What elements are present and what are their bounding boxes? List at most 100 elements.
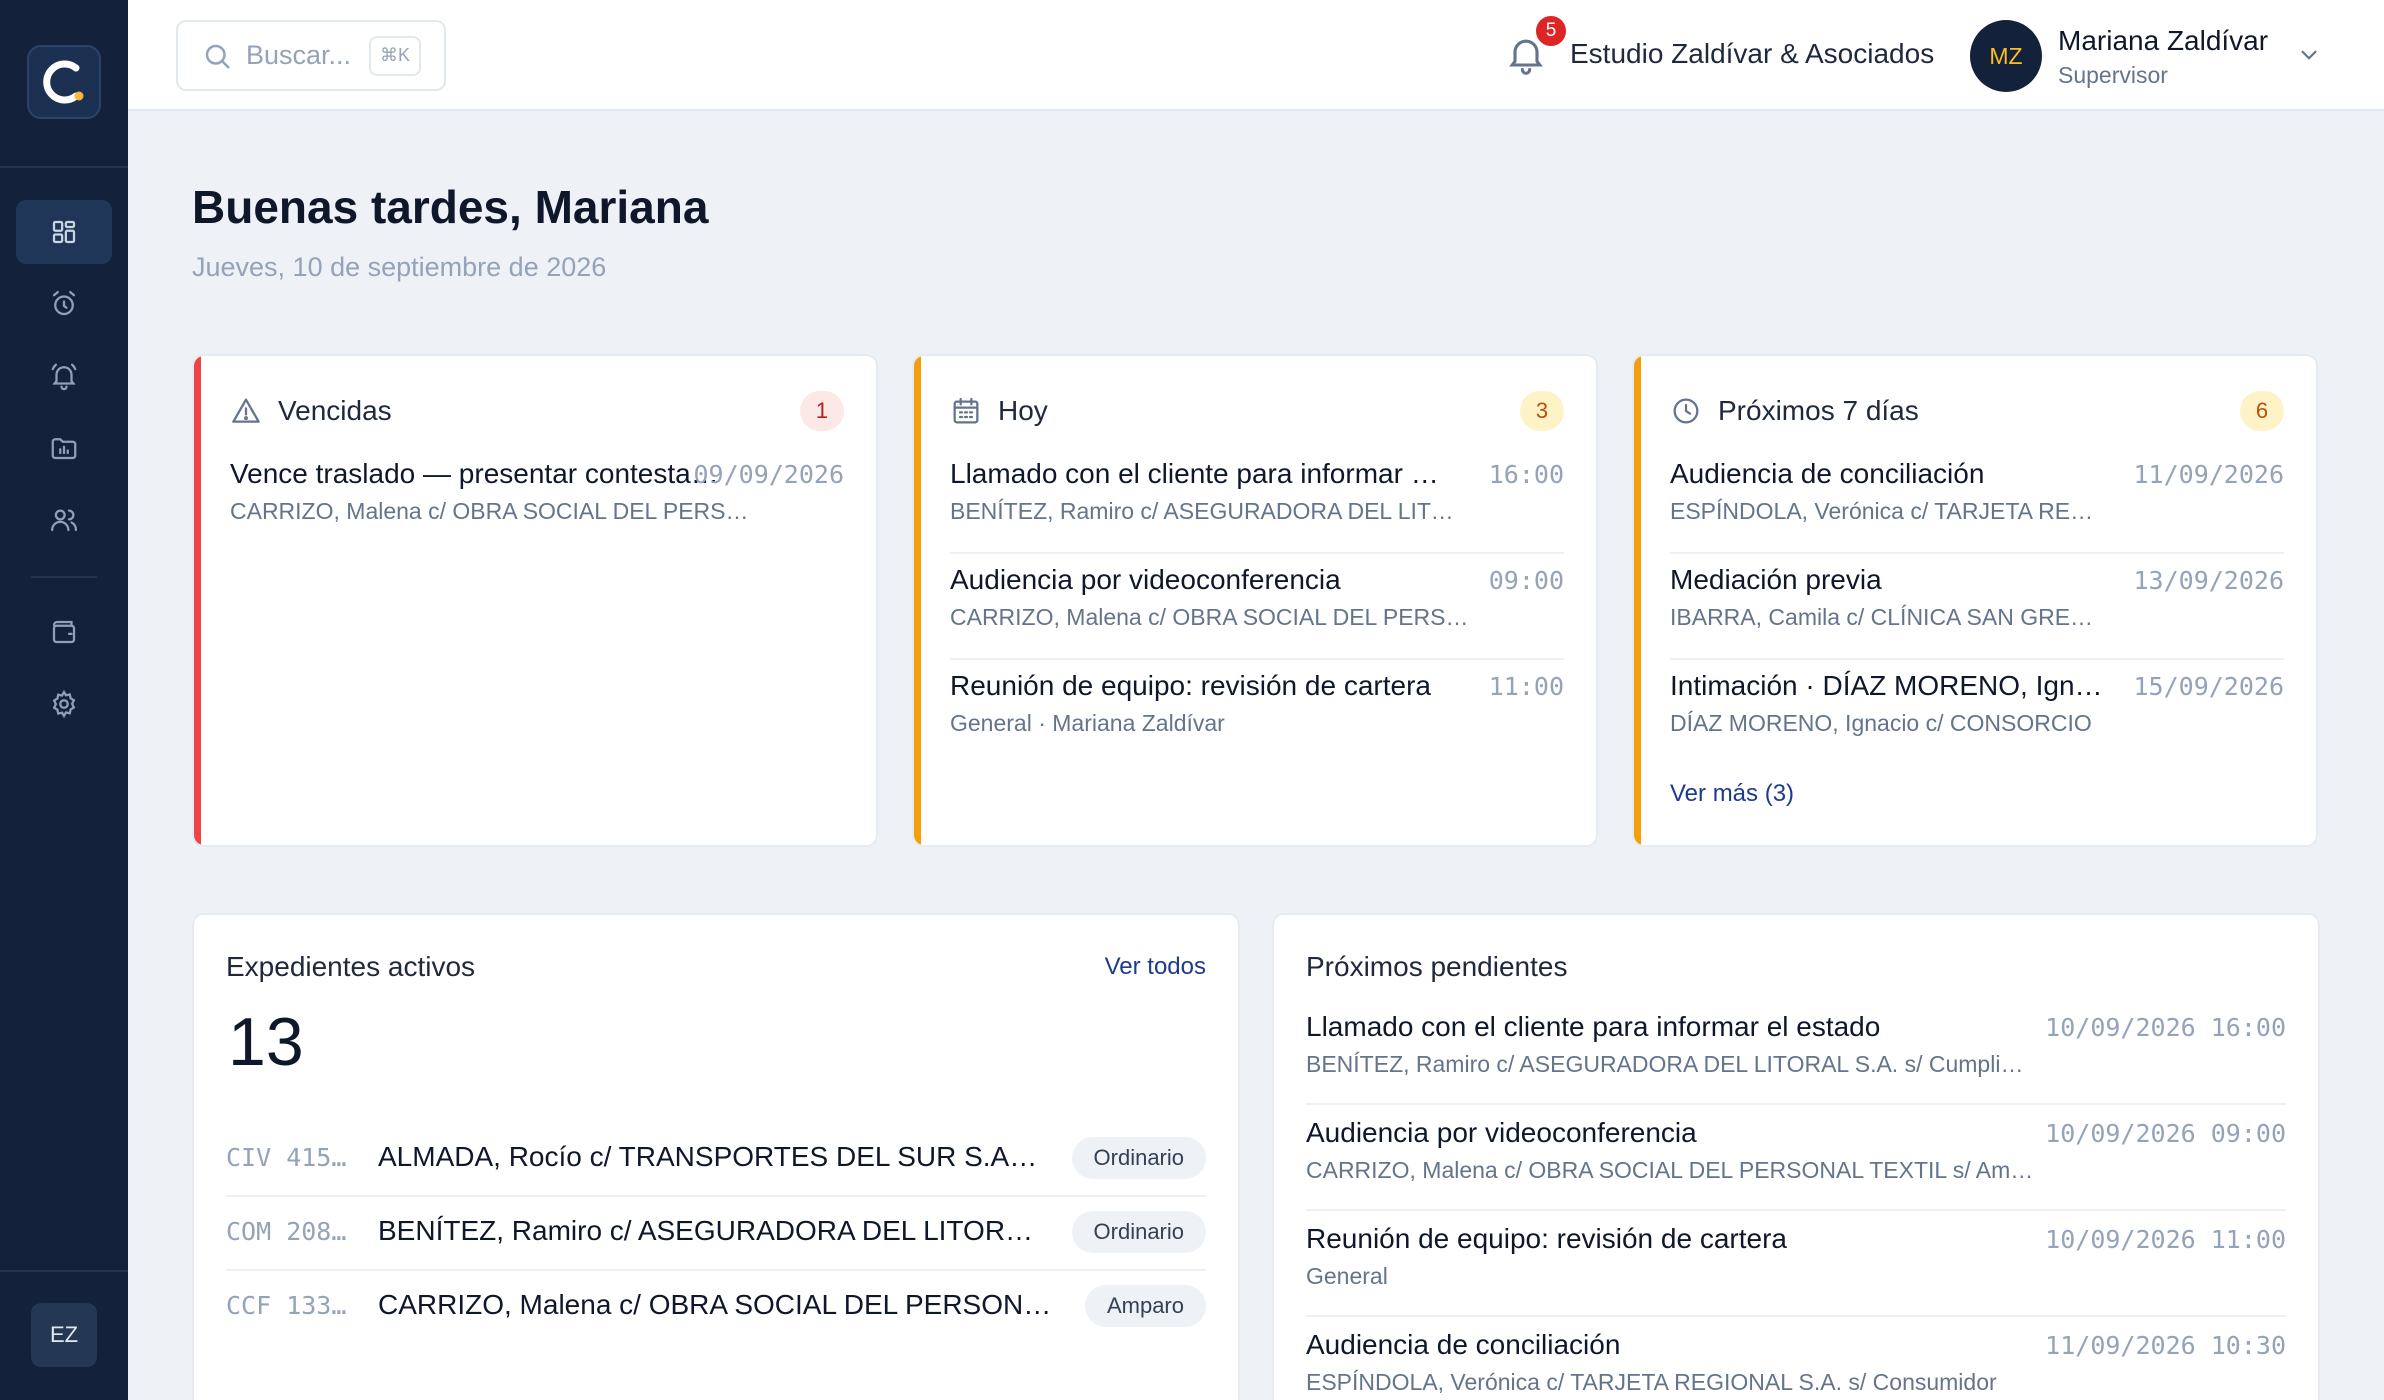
logo-mark-icon	[43, 60, 84, 104]
warning-triangle-icon	[232, 398, 260, 423]
user-role: Supervisor	[2058, 62, 2168, 88]
deadline-item[interactable]: Reunión de equipo: revisión de cartera G…	[950, 660, 1564, 766]
deadline-case: BENÍTEZ, Ramiro c/ ASEGURADORA DEL LITOR…	[950, 498, 1470, 524]
deadline-title: Audiencia por videoconferencia	[950, 564, 1341, 595]
deadline-date: 09/09/2026	[693, 460, 844, 489]
users-icon	[51, 509, 78, 532]
deadline-case: IBARRA, Camila c/ CLÍNICA SAN GREGORIO	[1670, 604, 2110, 630]
expediente-title: ALMADA, Rocío c/ TRANSPORTES DEL SUR S.A…	[378, 1141, 1038, 1172]
deadline-date: 15/09/2026	[2133, 672, 2284, 701]
organization-name[interactable]: Estudio Zaldívar & Asociados	[1570, 38, 1934, 70]
card-proximos-7-dias: Próximos 7 días 6 Audiencia de conciliac…	[1632, 354, 2318, 847]
bell-ring-icon	[51, 363, 77, 391]
search-input[interactable]: Buscar... ⌘K	[176, 20, 446, 91]
deadline-title: Mediación previa	[1670, 564, 1882, 595]
user-avatar[interactable]: MZ	[1970, 20, 2042, 92]
ver-mas-link[interactable]: Ver más (3)	[1670, 780, 1794, 808]
deadline-time: 16:00	[1488, 460, 1564, 489]
deadline-title: Reunión de equipo: revisión de cartera	[950, 670, 1431, 701]
app-logo[interactable]	[27, 45, 101, 119]
deadline-item[interactable]: Vence traslado — presentar contestación …	[230, 448, 844, 554]
card-accent-bar	[914, 356, 921, 845]
sidebar-item-finanzas[interactable]	[16, 600, 112, 664]
expediente-type-badge: Ordinario	[1071, 1211, 1206, 1253]
deadline-time: 11:00	[1488, 672, 1564, 701]
deadline-title: Llamado con el cliente para informar el …	[950, 458, 1440, 489]
expedientes-count: 13	[228, 1004, 304, 1080]
gear-icon	[52, 689, 76, 719]
sidebar-divider	[0, 1270, 128, 1272]
folder-chart-icon	[51, 438, 77, 460]
expediente-title: BENÍTEZ, Ramiro c/ ASEGURADORA DEL LITOR…	[378, 1215, 1038, 1246]
expediente-type-badge: Ordinario	[1071, 1137, 1206, 1179]
calendar-icon	[953, 397, 979, 424]
current-date: Jueves, 10 de septiembre de 2026	[192, 252, 607, 282]
deadline-item[interactable]: Mediación previa IBARRA, Camila c/ CLÍNI…	[1670, 554, 2284, 660]
deadline-item[interactable]: Intimación · DÍAZ MORENO, Ignacio DÍAZ M…	[1670, 660, 2284, 766]
pendiente-row[interactable]: Audiencia por videoconferencia CARRIZO, …	[1306, 1105, 2286, 1211]
deadline-item[interactable]: Llamado con el cliente para informar el …	[950, 448, 1564, 554]
card-header: Hoy 3	[950, 391, 1564, 431]
deadline-title: Vence traslado — presentar contestación …	[230, 458, 720, 489]
card-header: Próximos 7 días 6	[1670, 391, 2284, 431]
pendiente-case: BENÍTEZ, Ramiro c/ ASEGURADORA DEL LITOR…	[1306, 1051, 2036, 1077]
topbar: Buscar... ⌘K 5 Estudio Zaldívar & Asocia…	[128, 0, 2384, 111]
deadline-case: CARRIZO, Malena c/ OBRA SOCIAL DEL PERSO…	[950, 604, 1470, 630]
sidebar-user-avatar[interactable]: EZ	[31, 1303, 97, 1367]
sidebar-item-vencimientos[interactable]	[16, 272, 112, 336]
card-count-badge: 6	[2240, 391, 2284, 431]
panel-title: Expedientes activos	[226, 951, 476, 982]
sidebar-divider	[31, 576, 97, 578]
pendiente-case: General	[1306, 1263, 1388, 1289]
user-name[interactable]: Mariana Zaldívar	[2058, 25, 2268, 57]
pendiente-row[interactable]: Llamado con el cliente para informar el …	[1306, 999, 2286, 1105]
chevron-down-icon[interactable]	[2296, 42, 2322, 68]
sidebar-item-dashboard[interactable]	[16, 200, 112, 264]
expediente-row[interactable]: CCF 133… CARRIZO, Malena c/ OBRA SOCIAL …	[226, 1271, 1206, 1345]
search-icon	[205, 44, 230, 68]
sidebar-item-alertas[interactable]	[16, 344, 112, 408]
sidebar-item-configuracion[interactable]	[16, 672, 112, 736]
pendiente-row[interactable]: Reunión de equipo: revisión de cartera G…	[1306, 1211, 2286, 1317]
search-placeholder: Buscar...	[246, 40, 352, 70]
sidebar-divider	[0, 166, 128, 168]
expediente-row[interactable]: CIV 415… ALMADA, Rocío c/ TRANSPORTES DE…	[226, 1123, 1206, 1197]
pendiente-case: ESPÍNDOLA, Verónica c/ TARJETA REGIONAL …	[1306, 1369, 1997, 1395]
deadline-date: 11/09/2026	[2133, 460, 2284, 489]
card-hoy: Hoy 3 Llamado con el cliente para inform…	[912, 354, 1598, 847]
sidebar-item-clientes[interactable]	[16, 488, 112, 552]
card-title: Vencidas	[278, 395, 392, 426]
card-title: Hoy	[998, 395, 1048, 426]
pendiente-datetime: 10/09/2026 09:00	[2045, 1119, 2286, 1148]
pendiente-title: Audiencia de conciliación	[1306, 1329, 1621, 1360]
pendiente-datetime: 10/09/2026 16:00	[2045, 1013, 2286, 1042]
deadline-case: CARRIZO, Malena c/ OBRA SOCIAL DEL PERSO…	[230, 498, 750, 524]
deadline-item[interactable]: Audiencia de conciliación ESPÍNDOLA, Ver…	[1670, 448, 2284, 554]
sidebar: EZ	[0, 0, 128, 1400]
expediente-row[interactable]: COM 208… BENÍTEZ, Ramiro c/ ASEGURADORA …	[226, 1197, 1206, 1271]
deadline-title: Intimación · DÍAZ MORENO, Ignacio	[1670, 670, 2115, 701]
deadline-case: General · Mariana Zaldívar	[950, 710, 1225, 736]
pendiente-title: Llamado con el cliente para informar el …	[1306, 1011, 1881, 1042]
card-header: Vencidas 1	[230, 391, 844, 431]
ver-todos-link[interactable]: Ver todos	[1105, 953, 1206, 981]
deadline-item[interactable]: Audiencia por videoconferencia CARRIZO, …	[950, 554, 1564, 660]
pendiente-case: CARRIZO, Malena c/ OBRA SOCIAL DEL PERSO…	[1306, 1157, 2036, 1183]
deadline-case: ESPÍNDOLA, Verónica c/ TARJETA REGIONAL …	[1670, 498, 2110, 524]
alarm-clock-icon	[52, 291, 76, 316]
dashboard-icon	[52, 220, 76, 244]
sidebar-item-expedientes[interactable]	[16, 416, 112, 480]
pendiente-row[interactable]: Audiencia de conciliación ESPÍNDOLA, Ver…	[1306, 1317, 2286, 1400]
expedientes-activos-panel: Expedientes activos Ver todos 13 CIV 415…	[192, 913, 1240, 1400]
pendiente-datetime: 11/09/2026 10:30	[2045, 1331, 2286, 1360]
card-accent-bar	[1634, 356, 1641, 845]
card-title: Próximos 7 días	[1718, 395, 1919, 426]
pendiente-title: Reunión de equipo: revisión de cartera	[1306, 1223, 1787, 1254]
clock-icon	[1673, 398, 1699, 424]
card-count-badge: 3	[1520, 391, 1564, 431]
page-title: Buenas tardes, Mariana	[192, 181, 709, 233]
expediente-code: CCF 133…	[226, 1291, 347, 1320]
card-count-badge: 1	[800, 391, 844, 431]
proximos-pendientes-panel: Próximos pendientes Llamado con el clien…	[1272, 913, 2320, 1400]
expediente-type-badge: Amparo	[1084, 1285, 1206, 1327]
